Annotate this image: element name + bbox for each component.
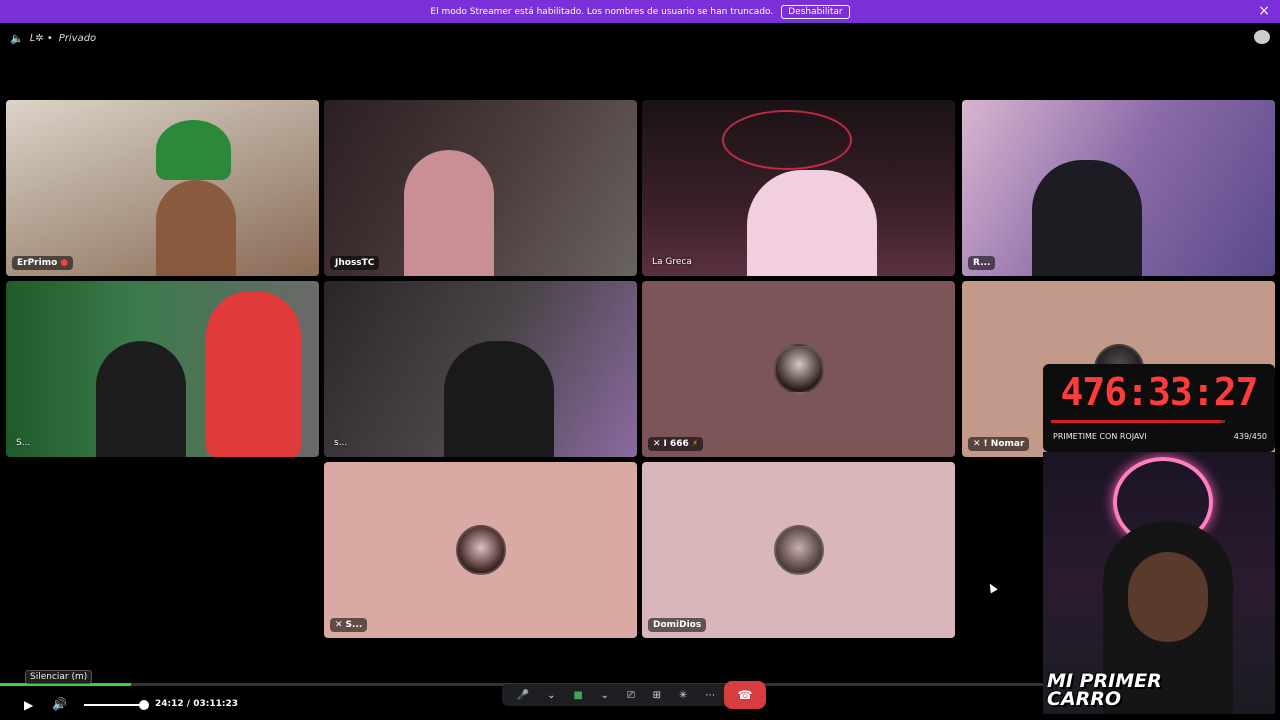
goal-count: 439/450 (1233, 432, 1267, 441)
video-tile-s1[interactable]: S... (6, 281, 319, 457)
name-label: S... (16, 438, 31, 448)
goal-progress-bar (1051, 420, 1225, 423)
time-display: 24:12 / 03:11:23 (155, 699, 238, 709)
face (1128, 552, 1208, 642)
volume-slider-handle[interactable] (139, 700, 149, 710)
streaming-icon: ● (60, 258, 69, 268)
volume-slider[interactable] (84, 704, 144, 706)
mic-muted-icon: ✕ (653, 439, 661, 449)
goal-progress-fill (1051, 420, 1221, 423)
close-icon[interactable]: × (1258, 3, 1270, 19)
person-silhouette (404, 150, 494, 276)
channel-header: 🔈 L✲ • Privado (10, 30, 96, 46)
name-badge: DomiDios (648, 618, 707, 632)
channel-name: Privado (58, 32, 97, 44)
call-controls: 🎤 ⌄ ■ ⌄ ⎚ ⊞ ✳ ⋯ (502, 684, 730, 706)
name-label: La Greca (652, 257, 692, 267)
mute-tooltip: Silenciar (m) (25, 670, 93, 684)
person-silhouette (156, 180, 236, 276)
video-tile-la-greca[interactable]: La Greca (642, 100, 955, 276)
banner-message: El modo Streamer está habilitado. Los no… (430, 6, 774, 17)
person-silhouette (96, 341, 186, 457)
name-label: s... (334, 438, 348, 448)
timer-value: 476:33:27 (1060, 370, 1259, 414)
avatar (773, 344, 824, 394)
microphone-icon[interactable]: 🎤 (517, 690, 529, 701)
person-silhouette (747, 170, 877, 276)
chevron-down-icon[interactable]: ⌄ (547, 690, 555, 701)
streamer-webcam: MI PRIMER CARRO (1043, 452, 1275, 714)
cam-title: MI PRIMER CARRO (1047, 670, 1162, 710)
video-tile-r[interactable]: R... (962, 100, 1275, 276)
screen-share-icon[interactable]: ⎚ (627, 690, 635, 701)
video-tile-s2[interactable]: s... (324, 281, 637, 457)
santa-inflatable (206, 291, 301, 457)
volume-icon[interactable]: 🔊 (52, 697, 67, 711)
camera-icon[interactable]: ■ (573, 690, 582, 701)
name-badge: R... (968, 256, 996, 270)
mic-muted-icon: ✕ (973, 439, 981, 449)
elf-hat (156, 120, 231, 180)
avatar (455, 525, 506, 575)
video-tile-jhosstc[interactable]: JhossTC (324, 100, 637, 276)
subathon-timer: 476:33:27 PRIMETIME CON ROJAVI 439/450 (1043, 364, 1275, 452)
activities-icon[interactable]: ⊞ (653, 690, 661, 701)
name-badge: ErPrimo ● (12, 256, 74, 270)
name-badge: ✕ S... (330, 618, 368, 632)
hang-up-button[interactable]: ☎ (724, 681, 766, 709)
lightning-icon: ⚡ (691, 439, 699, 449)
disable-streamer-button[interactable]: Deshabilitar (781, 4, 850, 19)
more-options-icon[interactable]: ⋯ (705, 690, 715, 701)
speaker-icon: 🔈 (10, 31, 24, 45)
mic-muted-icon: ✕ (335, 620, 343, 630)
play-icon[interactable]: ▶ (24, 698, 33, 712)
avatar-tile-domidios[interactable]: DomiDios (642, 462, 955, 638)
discord-stage: El modo Streamer está habilitado. Los no… (0, 0, 1280, 720)
chat-icon[interactable] (1254, 30, 1270, 44)
chevron-down-icon[interactable]: ⌄ (601, 690, 609, 701)
avatar (773, 525, 824, 575)
soundboard-icon[interactable]: ✳ (679, 690, 687, 701)
timer-label: PRIMETIME CON ROJAVI (1053, 432, 1147, 441)
person-silhouette (444, 341, 554, 457)
streamer-mode-banner: El modo Streamer está habilitado. Los no… (0, 0, 1280, 23)
person-silhouette (1032, 160, 1142, 276)
name-badge: JhossTC (330, 256, 380, 270)
avatar-tile-s3[interactable]: ✕ S... (324, 462, 637, 638)
phone-icon: ☎ (737, 688, 753, 702)
mouse-cursor (986, 581, 998, 594)
name-badge: ✕! Nomar (968, 437, 1030, 451)
neon-light (722, 110, 852, 170)
name-badge: ✕ I 666 ⚡ (648, 437, 704, 451)
server-label: L✲ • (29, 32, 53, 44)
avatar-tile-i666[interactable]: ✕ I 666 ⚡ (642, 281, 955, 457)
video-tile-erprimo[interactable]: ErPrimo ● (6, 100, 319, 276)
